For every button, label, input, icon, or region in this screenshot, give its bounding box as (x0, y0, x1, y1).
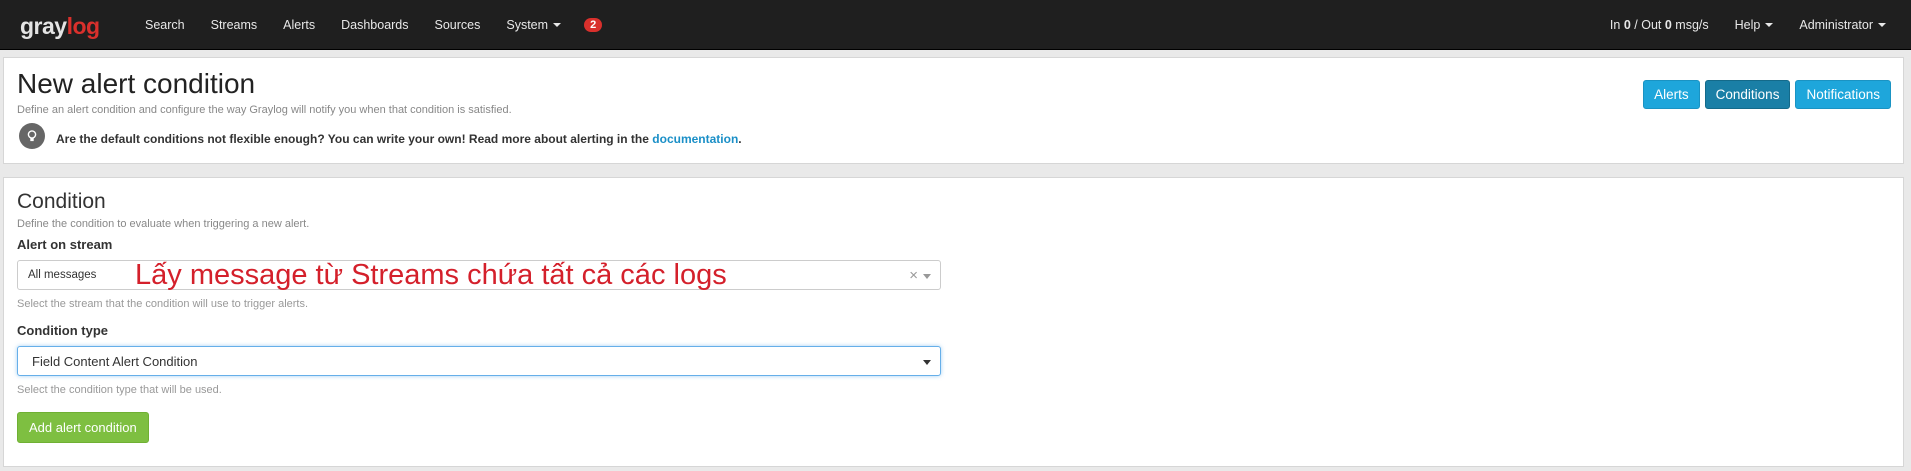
graylog-logo[interactable]: graylog (20, 13, 100, 40)
documentation-link[interactable]: documentation (652, 132, 738, 146)
nav-search[interactable]: Search (132, 18, 198, 32)
main-nav: Search Streams Alerts Dashboards Sources… (132, 0, 603, 49)
top-navbar: graylog Search Streams Alerts Dashboards… (0, 0, 1911, 50)
nav-sources[interactable]: Sources (422, 18, 494, 32)
page-header-panel: New alert condition Define an alert cond… (3, 57, 1904, 164)
nav-right: In 0 / Out 0 msg/s Help Administrator (1597, 0, 1899, 49)
add-alert-condition-button[interactable]: Add alert condition (17, 412, 149, 443)
nav-alerts[interactable]: Alerts (270, 18, 328, 32)
condition-type-help: Select the condition type that will be u… (17, 384, 222, 396)
user-menu-label: Administrator (1799, 17, 1873, 32)
lightbulb-icon (19, 123, 45, 149)
annotation-text: Lấy message từ Streams chứa tất cả các l… (135, 259, 727, 291)
condition-type-value: Field Content Alert Condition (32, 354, 198, 369)
condition-type-select[interactable]: Field Content Alert Condition (17, 346, 941, 376)
chevron-down-icon (553, 23, 562, 28)
help-menu-label: Help (1734, 17, 1761, 32)
nav-dashboards[interactable]: Dashboards (328, 18, 421, 32)
user-menu[interactable]: Administrator (1786, 18, 1899, 32)
chevron-down-icon[interactable] (923, 360, 931, 365)
chevron-down-icon[interactable] (923, 274, 931, 279)
condition-panel: Condition Define the condition to evalua… (3, 177, 1904, 467)
alerts-button[interactable]: Alerts (1643, 80, 1700, 109)
notification-badge[interactable]: 2 (584, 17, 603, 32)
condition-type-label: Condition type (17, 323, 108, 338)
help-menu[interactable]: Help (1722, 18, 1787, 32)
page-title: New alert condition (17, 68, 256, 99)
stream-help: Select the stream that the condition wil… (17, 298, 309, 310)
chevron-down-icon (1878, 23, 1886, 28)
conditions-button[interactable]: Conditions (1704, 80, 1791, 109)
page-description: Define an alert condition and configure … (17, 104, 512, 116)
notifications-button[interactable]: Notifications (1795, 80, 1891, 109)
stream-label: Alert on stream (17, 237, 113, 252)
nav-system-label: System (506, 17, 549, 32)
throughput-indicator: In 0 / Out 0 msg/s (1609, 17, 1709, 32)
nav-streams[interactable]: Streams (198, 18, 271, 32)
stream-select-value: All messages (28, 269, 97, 281)
nav-system[interactable]: System (493, 18, 574, 32)
clear-icon[interactable]: × (909, 267, 918, 284)
chevron-down-icon (1765, 23, 1774, 28)
condition-description: Define the condition to evaluate when tr… (17, 218, 310, 230)
tip-text: Are the default conditions not flexible … (56, 132, 742, 146)
alert-nav-buttons: Alerts Conditions Notifications (1643, 80, 1891, 109)
condition-title: Condition (17, 190, 106, 213)
